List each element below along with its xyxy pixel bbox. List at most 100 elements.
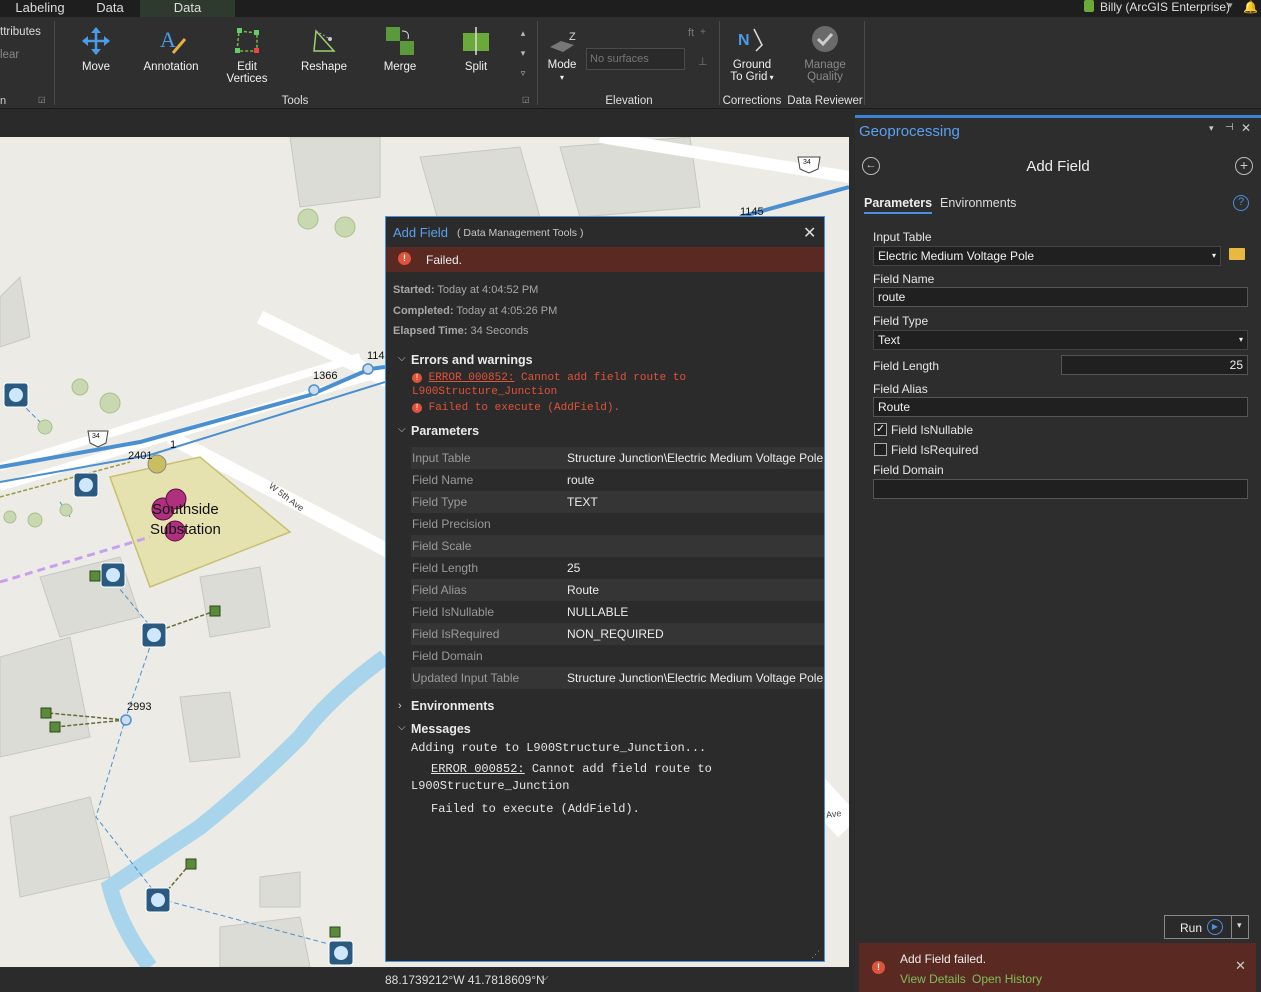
field-name-input[interactable]: route: [873, 287, 1248, 307]
unit-plus-icon[interactable]: +: [700, 27, 706, 38]
message-line-3: L900Structure_Junction: [411, 779, 570, 793]
tab-parameters[interactable]: Parameters: [864, 196, 933, 214]
input-table-select[interactable]: Electric Medium Voltage Pole ▾: [873, 246, 1221, 266]
close-icon[interactable]: ✕: [1241, 121, 1251, 135]
field-alias-label: Field Alias: [873, 382, 928, 396]
reshape-button[interactable]: Reshape: [296, 25, 352, 73]
attributes-button[interactable]: ttributes: [0, 26, 41, 38]
field-name-label: Field Name: [873, 272, 935, 286]
help-icon[interactable]: ?: [1233, 195, 1249, 211]
map-label-1: 1: [170, 439, 177, 451]
user-name[interactable]: Billy (ArcGIS Enterprise): [1100, 0, 1230, 14]
close-icon[interactable]: ✕: [1235, 958, 1246, 974]
pane-menu-icon[interactable]: ▾: [1209, 123, 1214, 134]
pin-icon[interactable]: ⊣: [1225, 122, 1234, 133]
chevron-right-icon[interactable]: ›: [398, 700, 402, 712]
split-icon: [463, 27, 489, 55]
view-tab-strip: [0, 109, 855, 137]
coordinate-format-dropdown-icon[interactable]: ⌵: [541, 972, 549, 983]
field-alias-input[interactable]: Route: [873, 397, 1248, 417]
annotation-icon: A: [160, 27, 187, 54]
split-button[interactable]: Split: [450, 25, 502, 73]
parameter-name: Field Precision: [412, 517, 491, 531]
failed-status: Failed.: [426, 253, 463, 267]
field-length-input[interactable]: 25: [1061, 355, 1248, 375]
chevron-down-icon[interactable]: ⌵: [398, 424, 406, 435]
close-icon[interactable]: ✕: [803, 223, 816, 243]
tab-labeling[interactable]: Labeling: [0, 0, 80, 17]
environments-header[interactable]: Environments: [411, 699, 494, 713]
reshape-label: Reshape: [300, 61, 348, 73]
manage-quality-button[interactable]: Manage Quality: [796, 25, 854, 83]
edit-vertices-label-1: Edit: [237, 61, 257, 73]
parameters-header[interactable]: Parameters: [411, 424, 479, 438]
tab-data[interactable]: Data: [80, 0, 140, 17]
field-type-select[interactable]: Text ▾: [873, 330, 1248, 350]
user-dropdown-icon[interactable]: ▾: [1228, 0, 1233, 11]
tab-data-active[interactable]: Data: [140, 0, 235, 17]
tools-launcher-icon[interactable]: ◲: [522, 95, 530, 104]
run-dropdown-icon[interactable]: ▾: [1237, 920, 1242, 931]
run-button[interactable]: Run ▶ ▾: [1164, 915, 1249, 939]
parameter-row: Field Name route: [411, 469, 824, 491]
mode-button[interactable]: Z Mode ▾: [542, 25, 582, 84]
error-icon: !: [412, 403, 422, 413]
parameter-name: Updated Input Table: [412, 671, 520, 685]
parameter-name: Field Scale: [412, 539, 472, 553]
move-button[interactable]: Move: [70, 25, 122, 73]
group-launcher-icon[interactable]: ◲: [38, 95, 46, 104]
edit-vertices-button[interactable]: Edit Vertices: [220, 25, 274, 85]
required-label: Field IsRequired: [891, 443, 979, 457]
z-offset-icon[interactable]: ⊥: [698, 55, 708, 68]
tool-title: Add Field: [1026, 158, 1090, 175]
field-length-label: Field Length: [873, 359, 940, 373]
merge-button[interactable]: Merge: [374, 25, 426, 73]
gallery-scroll[interactable]: ▴ ▾ ▿: [516, 23, 530, 87]
folder-icon[interactable]: [1229, 248, 1245, 260]
annotation-label: Annotation: [143, 61, 199, 73]
failed-banner: ! Failed.: [386, 247, 824, 272]
user-status-icon: [1084, 0, 1094, 12]
nullable-label: Field IsNullable: [891, 423, 974, 437]
status-bar: 88.1739212°W 41.7818609°N ⌵: [0, 967, 855, 992]
message-line-1: Adding route to L900Structure_Junction..…: [411, 741, 707, 755]
parameter-name: Field IsRequired: [412, 627, 500, 641]
view-details-link[interactable]: View Details: [900, 972, 966, 986]
parameter-value: TEXT: [567, 495, 598, 509]
errors-header[interactable]: Errors and warnings: [411, 353, 533, 367]
parameter-name: Field Name: [412, 473, 474, 487]
add-icon[interactable]: +: [1235, 157, 1253, 175]
error-icon: !: [872, 961, 885, 974]
parameter-name: Field IsNullable: [412, 605, 495, 619]
message-error-text: Cannot add field route to: [524, 762, 712, 776]
ground-to-grid-button[interactable]: N Ground To Grid ▾: [725, 25, 779, 84]
error-code-link[interactable]: ERROR 000852:: [429, 372, 515, 384]
chevron-down-icon[interactable]: ⌵: [398, 722, 406, 733]
map-label-ave: Ave: [825, 807, 842, 821]
error-text-3: Failed to execute (AddField).: [428, 402, 621, 414]
chevron-down-icon[interactable]: ⌵: [398, 353, 406, 364]
completed-label: Completed:: [393, 305, 454, 317]
parameter-value: Route: [567, 583, 600, 597]
annotation-button[interactable]: A Annotation: [138, 25, 204, 73]
map-label-substation: Substation: [150, 521, 221, 538]
field-domain-input[interactable]: [873, 479, 1248, 499]
parameter-value: Structure Junction\Electric Medium Volta…: [567, 671, 824, 685]
surface-select[interactable]: No surfaces: [586, 48, 685, 70]
parameter-value: NULLABLE: [567, 605, 629, 619]
notification-title: Add Field failed.: [900, 952, 987, 966]
notification-bell-icon[interactable]: 🔔: [1243, 0, 1258, 14]
input-table-label: Input Table: [873, 230, 932, 244]
messages-header[interactable]: Messages: [411, 722, 471, 736]
nullable-checkbox[interactable]: ✓: [874, 423, 887, 436]
parameter-value: route: [567, 473, 595, 487]
required-checkbox[interactable]: [874, 443, 887, 456]
elapsed-label: Elapsed Time:: [393, 325, 468, 337]
split-label: Split: [464, 61, 488, 73]
message-error-code-link[interactable]: ERROR 000852:: [431, 762, 525, 776]
open-history-link[interactable]: Open History: [972, 972, 1042, 986]
resize-grip-icon[interactable]: ⋰: [811, 949, 820, 960]
clear-button[interactable]: lear: [0, 49, 19, 61]
tab-environments[interactable]: Environments: [940, 196, 1016, 210]
map-shield-34-b: 34: [803, 159, 811, 166]
